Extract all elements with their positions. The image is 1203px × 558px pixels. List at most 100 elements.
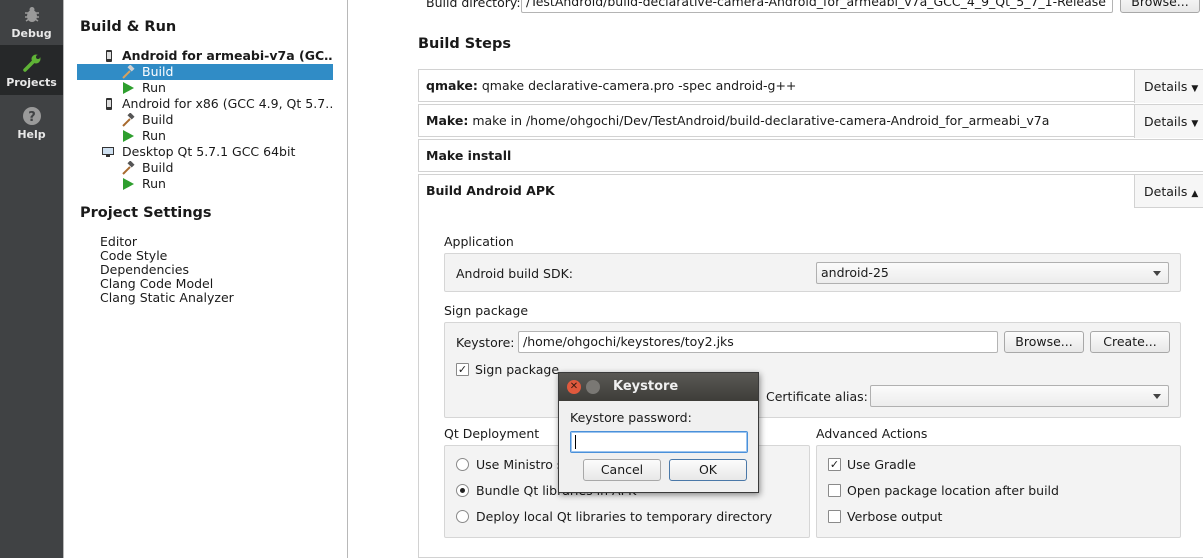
step-qmake: qmake: qmake declarative-camera.pro -spe… (418, 69, 1203, 103)
android-device-icon (106, 50, 112, 62)
close-icon[interactable]: ✕ (567, 380, 581, 394)
cancel-button[interactable]: Cancel (583, 459, 661, 481)
sign-package-label: Sign package (475, 362, 560, 377)
build-dir-label: Build directory: (426, 0, 521, 10)
details-label: Details (1144, 114, 1188, 129)
settings-item-dependencies[interactable]: Dependencies (100, 263, 189, 277)
kit-android-armeabi-run[interactable]: Run (77, 80, 333, 96)
build-dir-browse-button[interactable]: Browse... (1120, 0, 1200, 13)
deploy-bundle-radio[interactable] (456, 484, 469, 497)
debug-bug-icon (24, 7, 39, 22)
settings-item-code-style[interactable]: Code Style (100, 249, 167, 263)
mode-debug[interactable]: Debug (0, 0, 63, 44)
sdk-combobox[interactable]: android-25 (816, 262, 1169, 284)
question-icon: ? (22, 107, 41, 125)
verbose-output-checkbox[interactable] (828, 510, 841, 523)
kit-android-x86-build[interactable]: Build (77, 112, 333, 128)
sign-package-checkbox[interactable]: ✓ (456, 363, 469, 376)
run-label: Run (142, 80, 166, 95)
ok-button[interactable]: OK (669, 459, 747, 481)
build-dir-field[interactable]: /TestAndroid/build-declarative-camera-An… (521, 0, 1113, 13)
use-gradle-checkbox[interactable]: ✓ (828, 458, 841, 471)
settings-item-clang-static-analyzer[interactable]: Clang Static Analyzer (100, 291, 234, 305)
run-label: Run (142, 128, 166, 143)
step-qmake-summary: qmake declarative-camera.pro -spec andro… (481, 78, 797, 93)
kit-name: Android for x86 (GCC 4.9, Qt 5.7… (122, 96, 333, 111)
open-package-location-label: Open package location after build (847, 483, 1059, 498)
kit-android-armeabi-build[interactable]: Build (77, 64, 333, 80)
svg-text:?: ? (28, 110, 36, 125)
keystore-create-button[interactable]: Create... (1090, 331, 1170, 353)
build-label: Build (142, 112, 174, 127)
text-cursor (575, 435, 576, 449)
step-make-install-name: Make install (426, 148, 512, 163)
verbose-output-label: Verbose output (847, 509, 943, 524)
deploy-ministro-label: Use Ministro s (476, 457, 564, 472)
step-make-name: Make: (426, 113, 469, 128)
certificate-alias-label: Certificate alias: (766, 389, 868, 404)
step-make-summary: make in /home/ohgochi/Dev/TestAndroid/bu… (472, 113, 1050, 128)
kit-desktop-build[interactable]: Build (77, 160, 333, 176)
password-label: Keystore password: (570, 410, 692, 425)
qt-deployment-label: Qt Deployment (444, 426, 540, 441)
step-make-details-button[interactable]: Details ▼ (1134, 105, 1203, 138)
advanced-actions-label: Advanced Actions (816, 426, 928, 441)
hammer-icon (122, 65, 135, 79)
project-settings-heading: Project Settings (80, 205, 212, 221)
hammer-icon (122, 161, 135, 175)
rail-divider (63, 0, 64, 558)
sign-package-heading: Sign package (444, 303, 529, 318)
minimize-icon[interactable] (586, 380, 600, 394)
run-icon (123, 82, 134, 94)
build-steps-heading: Build Steps (418, 36, 511, 52)
kit-android-x86[interactable]: Android for x86 (GCC 4.9, Qt 5.7… (77, 96, 333, 112)
certificate-alias-combobox[interactable] (870, 385, 1169, 407)
dropdown-arrow-icon (1153, 271, 1161, 276)
settings-item-clang-code-model[interactable]: Clang Code Model (100, 277, 213, 291)
mode-help[interactable]: ? Help (0, 100, 63, 144)
mode-help-label: Help (17, 128, 46, 141)
panel-divider (347, 0, 348, 558)
hammer-icon (122, 113, 135, 127)
caret-down-icon: ▼ (1191, 84, 1199, 94)
kit-desktop-run[interactable]: Run (77, 176, 333, 192)
run-icon (123, 130, 134, 142)
mode-debug-label: Debug (11, 27, 52, 40)
deploy-ministro-radio[interactable] (456, 458, 469, 471)
application-label: Application (444, 234, 514, 249)
kit-name: Desktop Qt 5.7.1 GCC 64bit (122, 144, 296, 159)
caret-up-icon: ▲ (1191, 189, 1199, 199)
password-field[interactable] (570, 431, 748, 453)
keystore-path-field[interactable]: /home/ohgochi/keystores/toy2.jks (518, 331, 998, 353)
keystore-label: Keystore: (456, 335, 515, 350)
deploy-local-radio[interactable] (456, 510, 469, 523)
details-label: Details (1144, 79, 1188, 94)
details-label: Details (1144, 184, 1188, 199)
step-build-apk-details-button[interactable]: Details ▲ (1134, 175, 1203, 208)
open-package-location-checkbox[interactable] (828, 484, 841, 497)
use-gradle-label: Use Gradle (847, 457, 916, 472)
step-qmake-name: qmake: (426, 78, 478, 93)
kit-desktop[interactable]: Desktop Qt 5.7.1 GCC 64bit (77, 144, 333, 160)
step-qmake-details-button[interactable]: Details ▼ (1134, 70, 1203, 103)
android-device-icon (106, 98, 112, 110)
deploy-local-label: Deploy local Qt libraries to temporary d… (476, 509, 773, 524)
dialog-title: Keystore (613, 379, 679, 394)
dialog-titlebar[interactable]: ✕ Keystore (559, 373, 758, 401)
build-label: Build (142, 64, 174, 79)
mode-projects[interactable]: Projects (0, 45, 63, 95)
run-label: Run (142, 176, 166, 191)
checkmark-icon: ✓ (829, 458, 840, 471)
step-build-apk-name: Build Android APK (426, 183, 555, 198)
build-label: Build (142, 160, 174, 175)
keystore-dialog: ✕ Keystore Keystore password: Cancel OK (558, 372, 759, 493)
kit-name: Android for armeabi-v7a (GC… (122, 48, 333, 63)
mode-selector: Debug Projects ? Help (0, 0, 63, 558)
mode-projects-label: Projects (6, 76, 57, 89)
keystore-browse-button[interactable]: Browse... (1004, 331, 1084, 353)
kit-android-armeabi[interactable]: Android for armeabi-v7a (GC… (77, 48, 333, 64)
kit-android-x86-run[interactable]: Run (77, 128, 333, 144)
desktop-monitor-icon (102, 147, 114, 157)
settings-item-editor[interactable]: Editor (100, 235, 137, 249)
dropdown-arrow-icon (1153, 394, 1161, 399)
